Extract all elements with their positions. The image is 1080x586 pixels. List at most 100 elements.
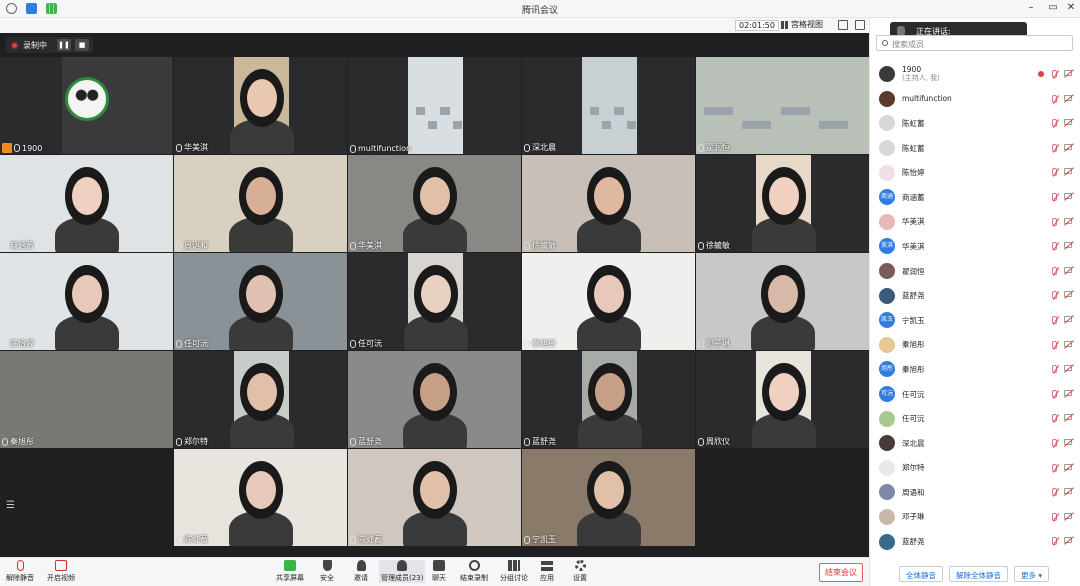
video-tile[interactable]: 徐毓敏	[696, 155, 869, 252]
microphone-muted-icon[interactable]	[1052, 315, 1057, 324]
start-video-button[interactable]: 开启视频	[47, 560, 75, 583]
video-tile[interactable]: multifunction	[348, 57, 521, 154]
minimize-icon[interactable]: –	[1024, 2, 1038, 13]
video-tile[interactable]: 蓝舒尧	[348, 351, 521, 448]
camera-off-icon[interactable]	[1064, 266, 1072, 273]
grid-view-button[interactable]: 宫格视图	[781, 19, 823, 30]
camera-off-icon[interactable]	[1064, 414, 1072, 421]
video-tile[interactable]: 华美淇	[174, 57, 347, 154]
video-tile[interactable]: 陈虹蓄	[348, 449, 521, 546]
microphone-muted-icon[interactable]	[1052, 365, 1057, 374]
member-row[interactable]: 蓝舒尧	[869, 283, 1080, 308]
member-row[interactable]: 蓝舒尧	[869, 529, 1080, 554]
microphone-muted-icon[interactable]	[1052, 266, 1057, 275]
member-row[interactable]: 郑尔特	[869, 456, 1080, 481]
camera-off-icon[interactable]	[1064, 463, 1072, 470]
member-row[interactable]: 华美淇	[869, 210, 1080, 235]
camera-off-icon[interactable]	[1064, 119, 1072, 126]
video-tile[interactable]: 秦旭彤	[522, 253, 695, 350]
video-tile[interactable]: 任可沅	[174, 253, 347, 350]
unmute-button[interactable]: 解除静音	[6, 560, 34, 583]
microphone-muted-icon[interactable]	[1052, 340, 1057, 349]
unmute-all-button[interactable]: 解除全体静音	[949, 566, 1008, 582]
camera-off-icon[interactable]	[1064, 438, 1072, 445]
stop-recording-button[interactable]: ■	[75, 39, 89, 51]
camera-off-icon[interactable]	[1064, 242, 1072, 249]
apps-button[interactable]: 应用	[540, 560, 554, 583]
microphone-muted-icon[interactable]	[1052, 389, 1057, 398]
pause-recording-button[interactable]: ❚❚	[57, 39, 71, 51]
microphone-muted-icon[interactable]	[1052, 168, 1057, 177]
record-button[interactable]: 结束录制	[460, 560, 488, 583]
microphone-muted-icon[interactable]	[1052, 414, 1057, 423]
camera-off-icon[interactable]	[1064, 315, 1072, 322]
microphone-muted-icon[interactable]	[1052, 94, 1057, 103]
microphone-muted-icon[interactable]	[1052, 512, 1057, 521]
member-row[interactable]: 陈怡婷	[869, 160, 1080, 185]
layout-icon[interactable]	[855, 20, 865, 30]
member-row[interactable]: 凯玉 宁凯玉	[869, 308, 1080, 333]
member-row[interactable]: 陈虹蓄	[869, 111, 1080, 136]
microphone-muted-icon[interactable]	[1052, 119, 1057, 128]
video-tile[interactable]: 郑尔特	[174, 351, 347, 448]
share-screen-button[interactable]: 共享屏幕	[276, 560, 304, 583]
microphone-muted-icon[interactable]	[1052, 488, 1057, 497]
video-tile[interactable]: 翟润恒	[696, 57, 869, 154]
microphone-muted-icon[interactable]	[1052, 242, 1057, 251]
microphone-muted-icon[interactable]	[1052, 70, 1057, 78]
video-tile[interactable]: 华美淇	[348, 155, 521, 252]
member-row[interactable]: 美淇 华美淇	[869, 234, 1080, 259]
camera-off-icon[interactable]	[1064, 217, 1072, 224]
video-tile[interactable]: 周语和	[174, 155, 347, 252]
camera-off-icon[interactable]	[1064, 70, 1072, 76]
video-tile[interactable]: 宁凯玉	[522, 449, 695, 546]
restore-icon[interactable]: ▭	[1046, 2, 1060, 13]
more-button[interactable]: 更多 ▾	[1014, 566, 1050, 582]
camera-off-icon[interactable]	[1064, 143, 1072, 150]
member-row[interactable]: 陈虹蓄	[869, 136, 1080, 161]
video-tile[interactable]: 邓子琳	[696, 253, 869, 350]
microphone-muted-icon[interactable]	[1052, 143, 1057, 152]
member-search-input[interactable]: 搜索成员	[876, 35, 1073, 51]
camera-off-icon[interactable]	[1064, 512, 1072, 519]
camera-off-icon[interactable]	[1064, 389, 1072, 396]
member-row[interactable]: multifunction	[869, 87, 1080, 112]
camera-off-icon[interactable]	[1064, 94, 1072, 101]
video-tile[interactable]: 深北晨	[522, 57, 695, 154]
end-meeting-button[interactable]: 结束会议	[819, 563, 863, 582]
camera-off-icon[interactable]	[1064, 168, 1072, 175]
camera-off-icon[interactable]	[1064, 192, 1072, 199]
camera-off-icon[interactable]	[1064, 488, 1072, 495]
microphone-muted-icon[interactable]	[1052, 463, 1057, 472]
chat-button[interactable]: 聊天	[432, 560, 446, 583]
video-tile[interactable]: 徐毓敏	[522, 155, 695, 252]
video-tile[interactable]: 陈怡婷	[0, 253, 173, 350]
microphone-muted-icon[interactable]	[1052, 192, 1057, 201]
breakout-button[interactable]: 分组讨论	[500, 560, 528, 583]
camera-off-icon[interactable]	[1064, 537, 1072, 544]
video-tile[interactable]: 任可沅	[348, 253, 521, 350]
camera-off-icon[interactable]	[1064, 291, 1072, 298]
video-tile[interactable]: 秦旭彤	[0, 351, 173, 448]
mute-all-button[interactable]: 全体静音	[899, 566, 943, 582]
settings-button[interactable]: 设置	[573, 560, 587, 583]
member-row[interactable]: 翟润恒	[869, 259, 1080, 284]
member-row[interactable]: 邓子琳	[869, 505, 1080, 530]
member-row[interactable]: 任可沅	[869, 406, 1080, 431]
microphone-muted-icon[interactable]	[1052, 438, 1057, 447]
video-tile[interactable]: 商涵蓄	[0, 155, 173, 252]
video-tile[interactable]: 周欣仪	[696, 351, 869, 448]
security-button[interactable]: 安全	[320, 560, 334, 583]
invite-button[interactable]: 邀请	[354, 560, 368, 583]
member-row[interactable]: 深北晨	[869, 431, 1080, 456]
member-row[interactable]: 1900 (主持人, 我)	[869, 62, 1080, 87]
video-tile[interactable]: 1900	[0, 57, 173, 154]
member-row[interactable]: 秦旭彤	[869, 333, 1080, 358]
close-icon[interactable]: ✕	[1064, 2, 1078, 13]
menu-list-icon[interactable]: ☰	[6, 500, 15, 511]
microphone-muted-icon[interactable]	[1052, 291, 1057, 300]
camera-off-icon[interactable]	[1064, 365, 1072, 372]
member-row[interactable]: 商涵 商涵蓄	[869, 185, 1080, 210]
microphone-muted-icon[interactable]	[1052, 537, 1057, 546]
member-row[interactable]: 周语和	[869, 480, 1080, 505]
